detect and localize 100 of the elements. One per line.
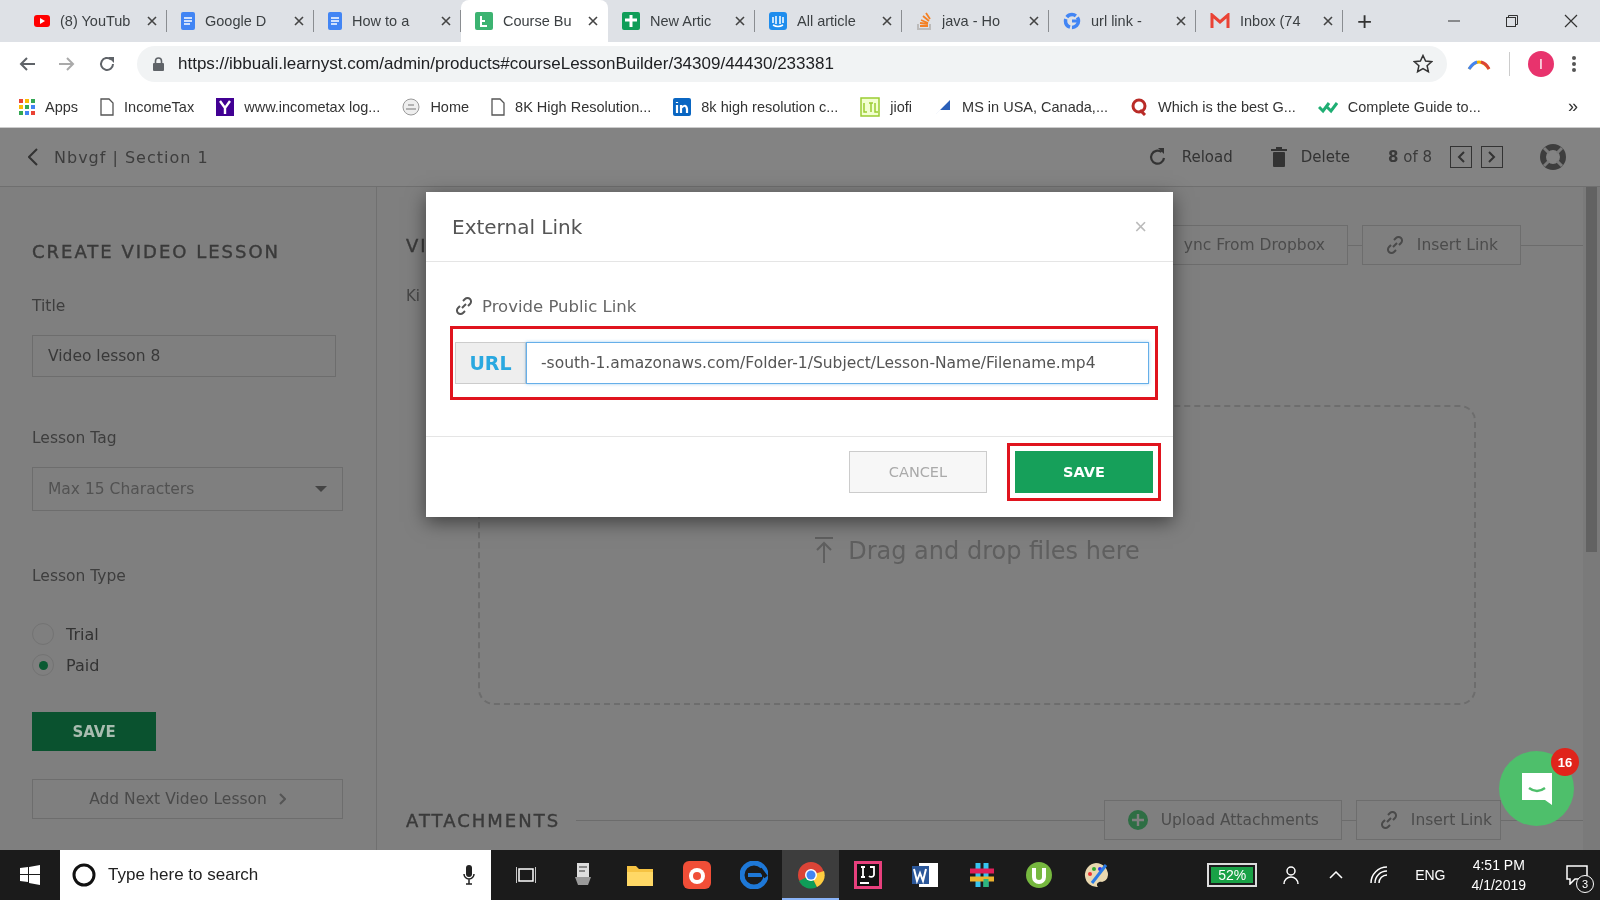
url-addon: URL <box>455 342 526 384</box>
language-indicator[interactable]: ENG <box>1415 867 1446 883</box>
extension-icon <box>1467 58 1491 70</box>
browser-tab[interactable]: (8) YouTub <box>20 0 167 42</box>
breadcrumb: Nbvgf | Section 1 <box>54 147 209 167</box>
bookmark[interactable]: www.incometax log... <box>216 97 381 116</box>
bars-icon <box>769 12 787 30</box>
browser-tab[interactable]: java - Ho <box>902 0 1049 42</box>
page-counter: 8 of 8 <box>1388 148 1432 166</box>
clock[interactable]: 4:51 PM 4/1/2019 <box>1471 855 1526 895</box>
section-label: Provide Public Link <box>482 296 637 316</box>
close-icon <box>441 16 451 26</box>
site-icon <box>475 12 493 30</box>
grid-icon <box>19 98 35 115</box>
ide-icon <box>853 861 882 889</box>
browser-tab[interactable]: url link - <box>1049 0 1196 42</box>
new-tab-button[interactable]: + <box>1353 0 1377 42</box>
task-view-icon <box>515 866 536 884</box>
bookmark[interactable]: 8K High Resolution... <box>491 97 652 116</box>
wifi-icon <box>1369 866 1390 884</box>
link-icon <box>1378 810 1399 830</box>
back-icon <box>19 56 35 72</box>
ring-icon <box>1063 12 1081 30</box>
globe-icon <box>402 97 421 116</box>
bookmark[interactable]: 8k high resolution c... <box>673 97 839 116</box>
box-icon <box>860 96 881 117</box>
link-icon <box>454 296 474 316</box>
browser-tab[interactable]: Google D <box>167 0 314 42</box>
link-icon <box>1384 235 1405 255</box>
field-label: Lesson Tag <box>32 429 118 447</box>
close-icon <box>1323 16 1333 26</box>
upload-icon <box>814 537 835 563</box>
folder-icon <box>625 863 654 887</box>
taskbar-app[interactable] <box>782 850 839 900</box>
dialog-title: External Link <box>452 214 583 239</box>
reload-icon <box>1147 147 1168 167</box>
chevron-right-icon <box>1488 151 1496 163</box>
page-icon <box>100 97 115 116</box>
edge-icon <box>739 861 768 889</box>
browser-tab[interactable]: All article <box>755 0 902 42</box>
radio-label: Trial <box>66 624 99 644</box>
word-icon <box>910 861 939 889</box>
browser-tab[interactable]: New Artic <box>608 0 755 42</box>
bookmark[interactable]: jiofi <box>860 96 913 117</box>
page-icon <box>491 97 506 116</box>
close-icon <box>1176 16 1186 26</box>
scrollbar-thumb[interactable] <box>1586 187 1597 552</box>
chevron-up-icon <box>1329 871 1344 879</box>
browser-tab[interactable]: How to a <box>314 0 461 42</box>
field-label: Title <box>32 297 67 315</box>
close-icon <box>147 16 157 26</box>
torrent-icon <box>1024 861 1053 889</box>
battery-indicator: 52% <box>1207 863 1258 887</box>
address-field[interactable]: https://ibbuali.learnyst.com/admin/products#courseLessonBuilder/34309/44430/233381 <box>137 46 1447 82</box>
section-heading: CREATE VIDEO LESSON <box>32 241 282 262</box>
notification-count: 3 <box>1576 875 1594 893</box>
close-icon <box>294 16 304 26</box>
logo-icon <box>1129 97 1148 116</box>
search-icon <box>72 863 96 887</box>
lock-icon <box>153 57 164 71</box>
close-icon <box>735 16 745 26</box>
star-icon <box>1413 54 1433 74</box>
radio-label: Paid <box>66 655 100 675</box>
record-icon <box>682 861 711 889</box>
chevron-right-icon <box>278 793 286 805</box>
check-icon <box>1317 99 1338 114</box>
browser-tab[interactable]: Inbox (74 <box>1196 0 1343 42</box>
section-heading: ATTACHMENTS <box>406 809 561 831</box>
bookmark[interactable]: MS in USA, Canada,... <box>934 97 1108 116</box>
bookmark[interactable]: Apps <box>19 98 79 115</box>
menu-icon <box>1572 56 1576 72</box>
back-icon <box>28 148 38 166</box>
browser-tab[interactable]: Course Bu <box>461 0 608 42</box>
more-bookmarks-button[interactable]: » <box>1568 96 1578 117</box>
url-field[interactable]: -south-1.amazonaws.com/Folder-1/Subject/Lesson-Name/Filename.mp4 <box>526 342 1149 384</box>
forward-icon <box>59 56 75 72</box>
bookmark[interactable]: Complete Guide to... <box>1317 98 1481 115</box>
plus-circle-icon <box>1126 809 1149 831</box>
microphone-icon <box>463 865 475 885</box>
hash-icon <box>967 861 996 889</box>
document-icon <box>328 12 342 30</box>
profile-avatar[interactable]: I <box>1528 51 1554 77</box>
start-icon <box>20 865 40 885</box>
close-icon <box>1564 14 1578 28</box>
bookmark[interactable]: Home <box>402 97 470 116</box>
logo-icon <box>673 97 692 116</box>
browser-icon <box>796 861 825 889</box>
bookmark[interactable]: Which is the best G... <box>1129 97 1296 116</box>
previous-button[interactable] <box>1450 146 1472 168</box>
save-button[interactable]: SAVE <box>32 712 156 751</box>
search-field[interactable]: Type here to search <box>60 850 491 900</box>
spreadsheet-icon <box>622 12 640 30</box>
next-button[interactable] <box>1481 146 1503 168</box>
caret-icon <box>315 486 327 492</box>
close-icon <box>588 16 598 26</box>
reload-icon <box>99 56 115 72</box>
section-heading: VI <box>406 234 428 256</box>
play-icon <box>34 13 50 29</box>
lifebuoy-icon <box>1539 143 1567 171</box>
bookmark[interactable]: IncomeTax <box>100 97 195 116</box>
